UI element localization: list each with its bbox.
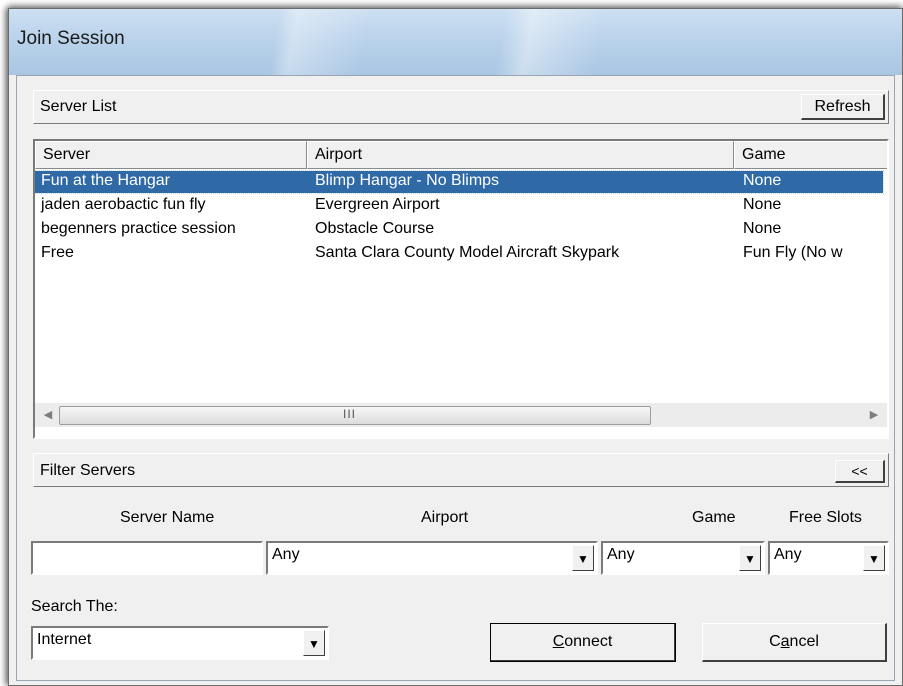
row-cell-airport: Blimp Hangar - No Blimps bbox=[315, 172, 500, 189]
column-header-label: Server bbox=[43, 146, 91, 163]
dialog-client-area: Server List Refresh Server Airport Game … bbox=[16, 75, 895, 681]
horizontal-scrollbar[interactable]: ◀ III ▶ bbox=[35, 403, 887, 427]
table-row[interactable]: Fun at the Hangar Blimp Hangar - No Blimp… bbox=[35, 170, 884, 194]
airport-select-value: Any bbox=[272, 546, 300, 563]
window-title: Join Session bbox=[17, 28, 125, 49]
arrow-right-icon[interactable]: ▶ bbox=[863, 403, 885, 427]
chevron-down-icon[interactable]: ▼ bbox=[863, 545, 885, 571]
filter-servers-bar: Filter Servers << bbox=[33, 453, 889, 487]
free-slots-label: Free Slots bbox=[789, 509, 862, 526]
airport-select[interactable]: Any ▼ bbox=[266, 541, 598, 575]
server-name-label: Server Name bbox=[120, 509, 215, 526]
row-cell-server: Fun at the Hangar bbox=[41, 172, 170, 189]
row-cell-airport: Evergreen Airport bbox=[315, 196, 440, 213]
table-row[interactable]: jaden aerobactic fun fly Evergreen Airpor… bbox=[35, 195, 883, 217]
row-cell-airport: Santa Clara County Model Aircraft Skypar… bbox=[315, 244, 620, 261]
column-header-label: Airport bbox=[315, 146, 363, 163]
cancel-button[interactable]: Cancel bbox=[702, 623, 887, 662]
airport-filter-label: Airport bbox=[421, 509, 469, 526]
column-header-airport[interactable]: Airport bbox=[307, 141, 734, 169]
row-cell-server: Free bbox=[41, 244, 74, 261]
row-cell-server: begenners practice session bbox=[41, 220, 236, 237]
game-select[interactable]: Any ▼ bbox=[601, 541, 765, 575]
refresh-button[interactable]: Refresh bbox=[801, 94, 885, 120]
table-row[interactable]: Free Santa Clara County Model Aircraft Sk… bbox=[35, 243, 883, 265]
cancel-label-post: ncel bbox=[789, 633, 819, 650]
row-cell-server: jaden aerobactic fun fly bbox=[41, 196, 206, 213]
search-scope-select[interactable]: Internet ▼ bbox=[31, 626, 329, 660]
row-cell-game: Fun Fly (No w bbox=[743, 244, 843, 261]
search-scope-value: Internet bbox=[37, 631, 92, 648]
collapse-filter-label: << bbox=[851, 463, 868, 479]
arrow-left-icon[interactable]: ◀ bbox=[37, 403, 59, 427]
connect-button[interactable]: Connect bbox=[490, 623, 676, 662]
connect-label-accesskey: C bbox=[552, 633, 565, 650]
chevron-down-icon[interactable]: ▼ bbox=[303, 630, 325, 656]
row-cell-game: None bbox=[743, 172, 782, 189]
column-header-game[interactable]: Game bbox=[734, 141, 887, 169]
join-session-dialog: Join Session Server List Refresh Server … bbox=[8, 8, 903, 686]
search-the-label: Search The: bbox=[31, 598, 118, 615]
title-bar[interactable]: Join Session bbox=[9, 9, 902, 75]
connect-label-post: onnect bbox=[564, 633, 613, 650]
filter-servers-label: Filter Servers bbox=[40, 462, 136, 479]
column-header-label: Game bbox=[742, 146, 786, 163]
free-slots-select-value: Any bbox=[774, 546, 802, 563]
row-cell-airport: Obstacle Course bbox=[315, 220, 435, 237]
cancel-label-pre: C bbox=[769, 633, 781, 650]
free-slots-select[interactable]: Any ▼ bbox=[768, 541, 889, 575]
row-cell-game: None bbox=[743, 220, 782, 237]
refresh-button-label: Refresh bbox=[814, 98, 871, 115]
server-list-label: Server List bbox=[40, 98, 117, 115]
server-name-input[interactable] bbox=[31, 541, 263, 575]
thumb-grip: III bbox=[343, 407, 357, 421]
row-cell-game: None bbox=[743, 196, 782, 213]
column-header-server[interactable]: Server bbox=[35, 141, 307, 169]
collapse-filter-button[interactable]: << bbox=[835, 460, 885, 483]
chevron-down-icon[interactable]: ▼ bbox=[739, 545, 761, 571]
game-select-value: Any bbox=[607, 546, 635, 563]
cancel-label-accesskey: a bbox=[780, 633, 790, 650]
game-filter-label: Game bbox=[692, 509, 736, 526]
server-list-view[interactable]: Server Airport Game Fun at the Hangar Bli… bbox=[33, 139, 889, 439]
table-row[interactable]: begenners practice session Obstacle Cours… bbox=[35, 219, 883, 241]
server-list-bar: Server List Refresh bbox=[33, 90, 889, 124]
scrollbar-thumb[interactable]: III bbox=[59, 406, 651, 425]
chevron-down-icon[interactable]: ▼ bbox=[572, 545, 594, 571]
